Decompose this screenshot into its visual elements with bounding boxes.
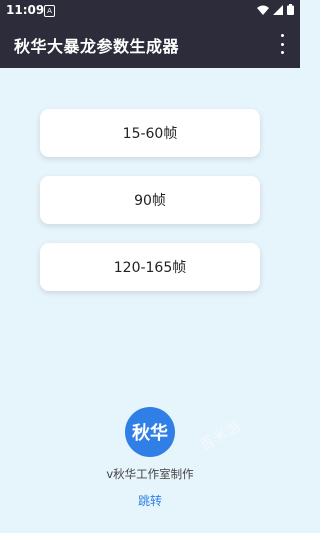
app-title: 秋华大暴龙参数生成器	[14, 37, 180, 56]
system-icons	[257, 4, 294, 15]
avatar: 秋华	[125, 407, 175, 457]
battery-icon	[287, 4, 294, 15]
status-time: 11:09	[6, 3, 45, 17]
wifi-icon	[257, 5, 269, 15]
avatar-text: 秋华	[132, 423, 168, 444]
button-label: 120-165帧	[113, 260, 187, 276]
button-120-165fps[interactable]: 120-165帧	[40, 243, 260, 291]
button-90fps[interactable]: 90帧	[40, 176, 260, 224]
status-bar: 11:09 A	[0, 0, 300, 20]
signal-icon	[273, 4, 283, 15]
watermark: 百米游	[197, 417, 245, 455]
credit-text: v秋华工作室制作	[106, 467, 194, 481]
button-label: 15-60帧	[122, 126, 178, 142]
button-15-60fps[interactable]: 15-60帧	[40, 109, 260, 157]
more-vert-icon[interactable]	[274, 34, 290, 54]
app-bar: 秋华大暴龙参数生成器	[0, 20, 300, 68]
notification-icon: A	[44, 5, 55, 17]
button-label: 90帧	[134, 193, 166, 209]
jump-link[interactable]: 跳转	[0, 492, 300, 509]
